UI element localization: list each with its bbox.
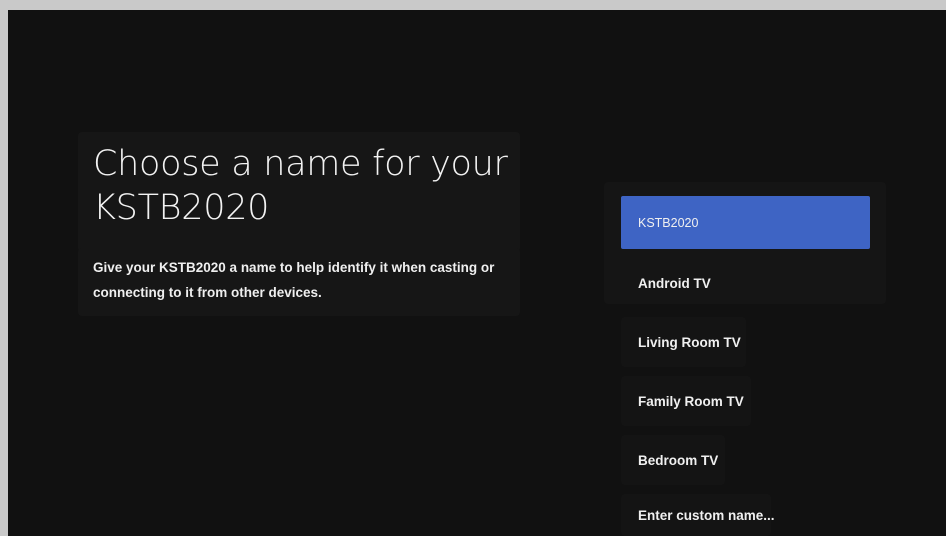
tv-screen: Choose a name for your KSTB2020 Give you… bbox=[8, 10, 946, 536]
page-description: Give your KSTB2020 a name to help identi… bbox=[93, 260, 495, 300]
option-living-room-tv[interactable]: Living Room TV bbox=[621, 317, 746, 367]
option-family-room-tv[interactable]: Family Room TV bbox=[621, 376, 751, 426]
page-title: Choose a name for your KSTB2020 bbox=[93, 144, 508, 228]
screenshot-frame: Choose a name for your KSTB2020 Give you… bbox=[0, 0, 946, 536]
option-bedroom-tv[interactable]: Bedroom TV bbox=[621, 435, 725, 485]
option-kstb2020[interactable]: KSTB2020 bbox=[621, 196, 870, 249]
option-android-tv[interactable]: Android TV bbox=[621, 258, 870, 308]
option-enter-custom-name[interactable]: Enter custom name... bbox=[621, 494, 775, 536]
